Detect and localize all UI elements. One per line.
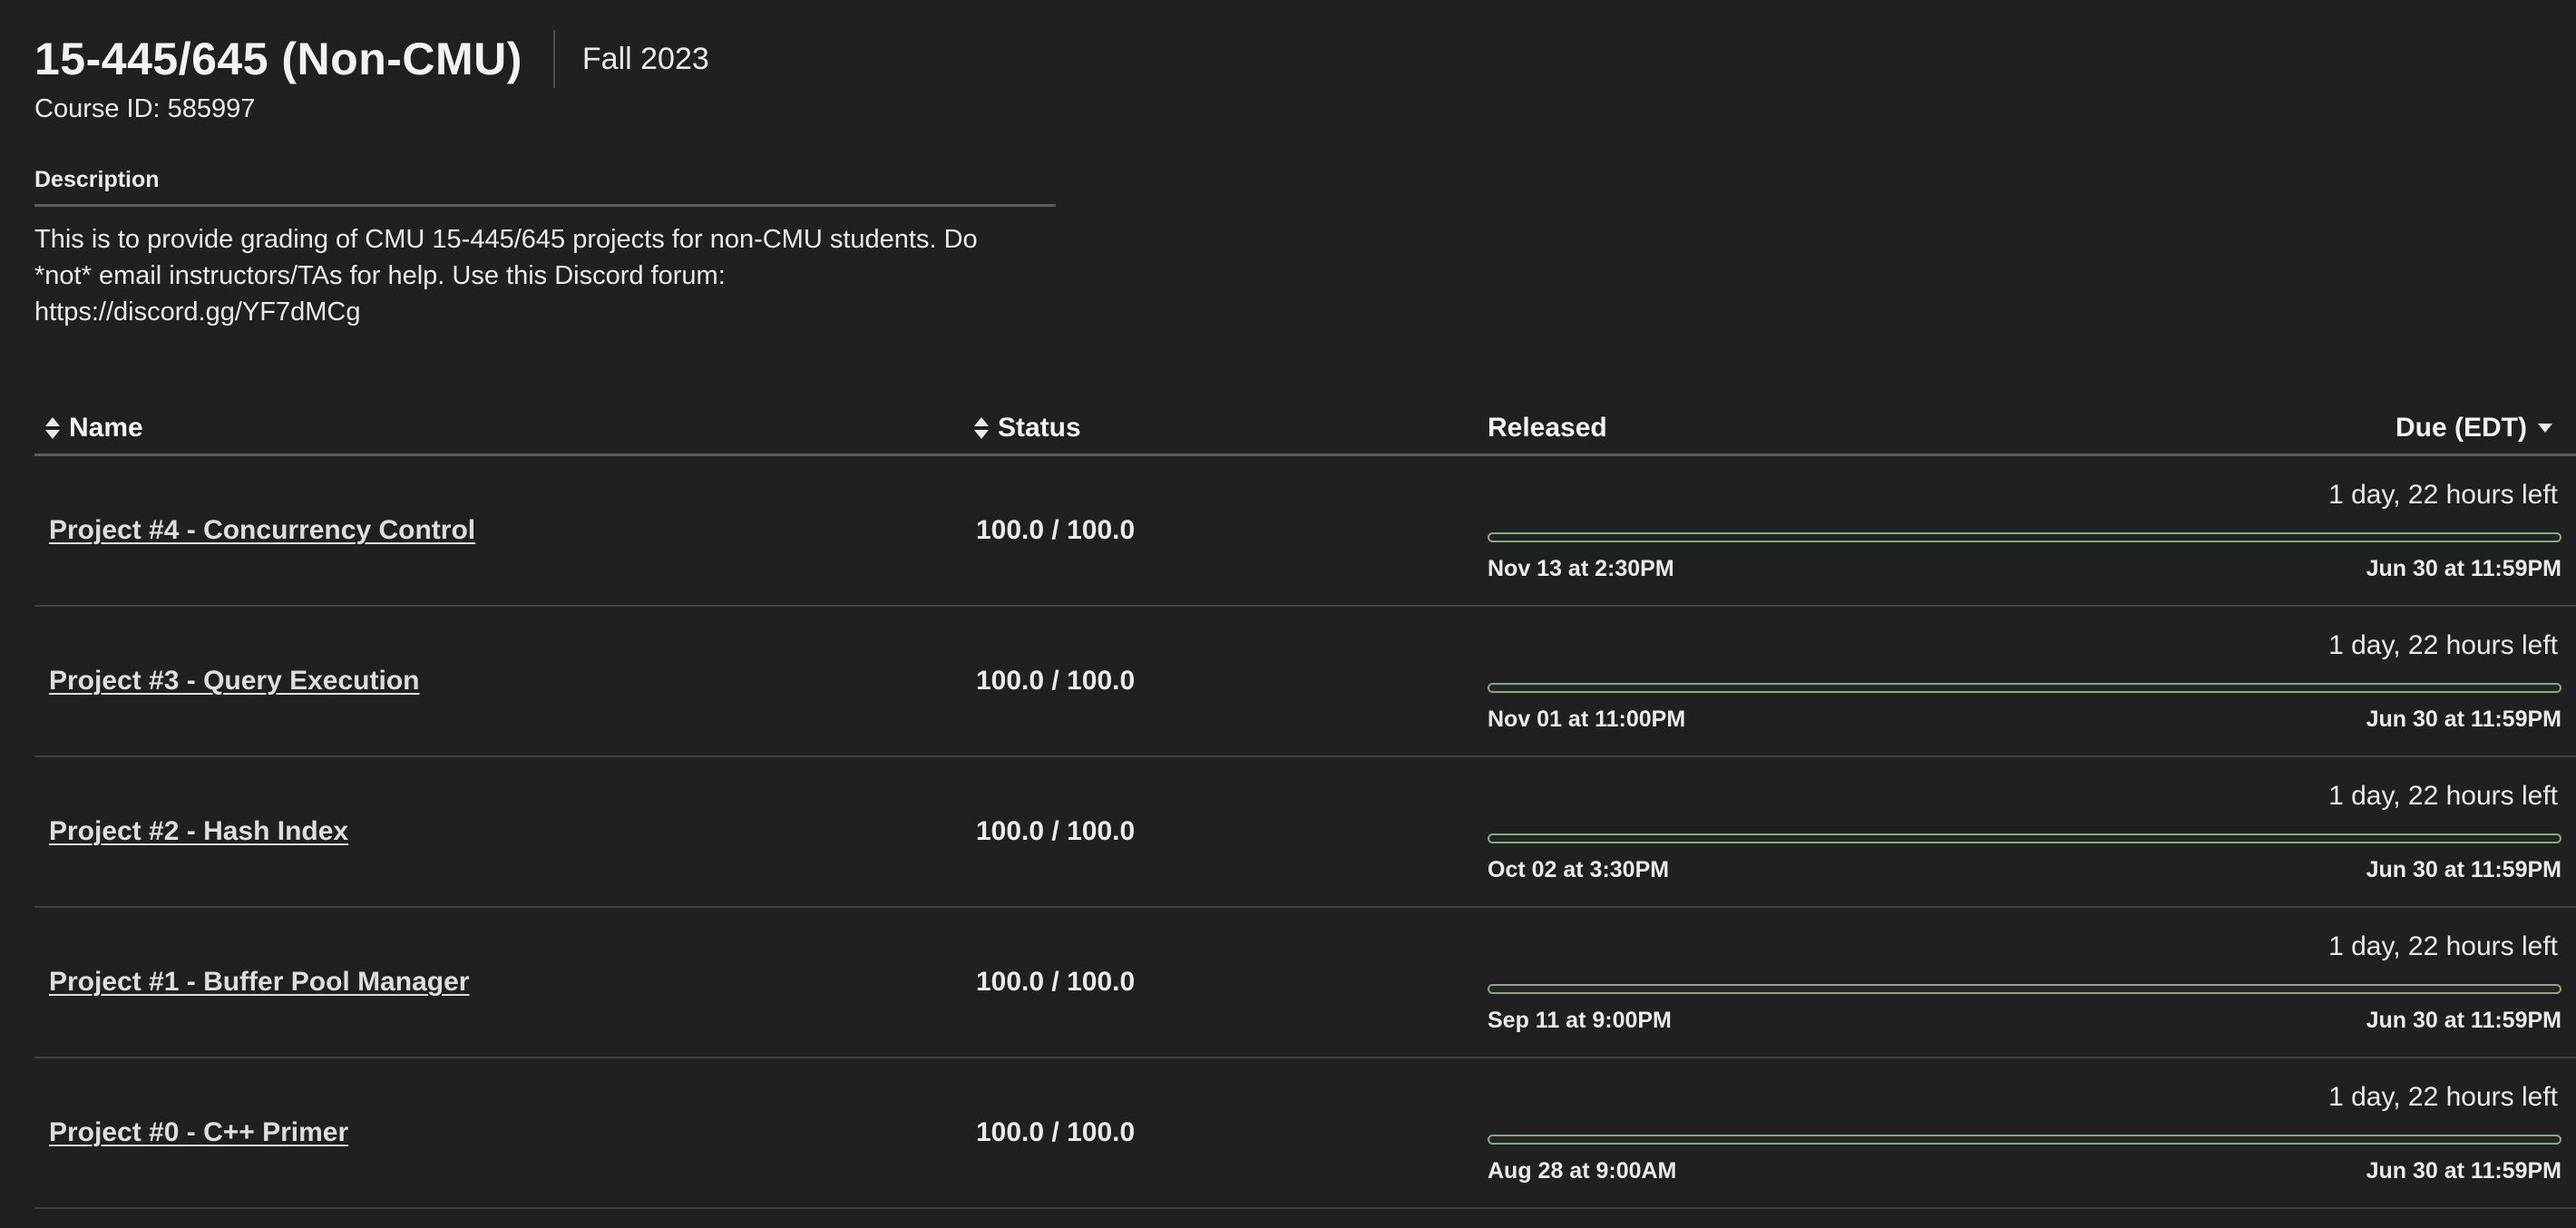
released-date: Oct 02 at 3:30PM [1488, 857, 1670, 882]
course-title: 15-445/645 (Non-CMU) [34, 34, 522, 84]
assignment-score: 100.0 / 100.0 [976, 816, 1136, 846]
header-divider [552, 30, 555, 88]
course-id: Course ID: 585997 [34, 94, 256, 123]
assignment-score: 100.0 / 100.0 [976, 515, 1136, 545]
sort-by-due-header[interactable]: Due (EDT) [2395, 406, 2552, 450]
course-dashboard: 15-445/645 (Non-CMU) Fall 2023 Course ID… [0, 0, 2576, 1228]
assignment-score: 100.0 / 100.0 [976, 1117, 1136, 1147]
description-line: *not* email instructors/TAs for help. Us… [34, 261, 726, 290]
released-date: Nov 01 at 11:00PM [1488, 707, 1686, 732]
time-progress-bar [1488, 683, 2561, 693]
description-text: This is to provide grading of CMU 15-445… [34, 221, 1059, 330]
time-progress-bar [1488, 532, 2561, 542]
sort-by-status-header[interactable]: Status [974, 406, 1081, 450]
time-progress-bar [1488, 1135, 2561, 1145]
status-header-label: Status [998, 413, 1081, 443]
assignment-link[interactable]: Project #3 - Query Execution [49, 666, 419, 696]
time-progress-bar [1488, 833, 2561, 843]
assignment-link[interactable]: Project #1 - Buffer Pool Manager [49, 967, 469, 997]
assignment-link[interactable]: Project #2 - Hash Index [49, 816, 348, 846]
due-date: Jun 30 at 11:59PM [2366, 1008, 2561, 1033]
course-term: Fall 2023 [581, 42, 709, 76]
assignment-score: 100.0 / 100.0 [976, 666, 1136, 696]
assignments-table: Name Status Released Due (EDT) Project #… [34, 406, 2576, 1209]
time-left: 1 day, 22 hours left [2328, 781, 2558, 811]
time-left: 1 day, 22 hours left [2328, 480, 2558, 510]
time-left: 1 day, 22 hours left [2328, 630, 2558, 660]
released-date: Nov 13 at 2:30PM [1488, 556, 1674, 581]
table-row: Project #3 - Query Execution 100.0 / 100… [34, 607, 2576, 757]
sort-icon [45, 416, 60, 440]
time-left: 1 day, 22 hours left [2328, 1082, 2558, 1112]
assignment-score: 100.0 / 100.0 [976, 967, 1136, 997]
released-date: Sep 11 at 9:00PM [1488, 1008, 1672, 1033]
due-date: Jun 30 at 11:59PM [2366, 707, 2561, 732]
time-progress-bar [1488, 984, 2561, 994]
assignment-link[interactable]: Project #0 - C++ Primer [49, 1117, 348, 1147]
table-header: Name Status Released Due (EDT) [34, 406, 2576, 456]
table-row: Project #1 - Buffer Pool Manager 100.0 /… [34, 908, 2576, 1058]
due-date: Jun 30 at 11:59PM [2366, 857, 2561, 882]
due-date: Jun 30 at 11:59PM [2366, 1158, 2561, 1184]
released-header-label: Released [1488, 413, 1607, 443]
sort-icon [974, 416, 989, 440]
table-row: Project #4 - Concurrency Control 100.0 /… [34, 456, 2576, 607]
released-header: Released [1488, 406, 1607, 450]
description-line: https://discord.gg/YF7dMCg [34, 297, 361, 326]
sort-by-name-header[interactable]: Name [45, 406, 143, 450]
course-header: 15-445/645 (Non-CMU) Fall 2023 [34, 29, 709, 89]
released-date: Aug 28 at 9:00AM [1488, 1158, 1677, 1184]
due-header-label: Due (EDT) [2395, 413, 2527, 443]
description-heading: Description [34, 167, 1056, 207]
table-row: Project #2 - Hash Index 100.0 / 100.0 1 … [34, 757, 2576, 908]
caret-down-icon [2538, 424, 2552, 433]
time-left: 1 day, 22 hours left [2328, 931, 2558, 961]
name-header-label: Name [69, 413, 143, 443]
assignment-link[interactable]: Project #4 - Concurrency Control [49, 515, 475, 545]
description-line: This is to provide grading of CMU 15-445… [34, 225, 978, 254]
due-date: Jun 30 at 11:59PM [2366, 556, 2561, 581]
table-row: Project #0 - C++ Primer 100.0 / 100.0 1 … [34, 1058, 2576, 1209]
